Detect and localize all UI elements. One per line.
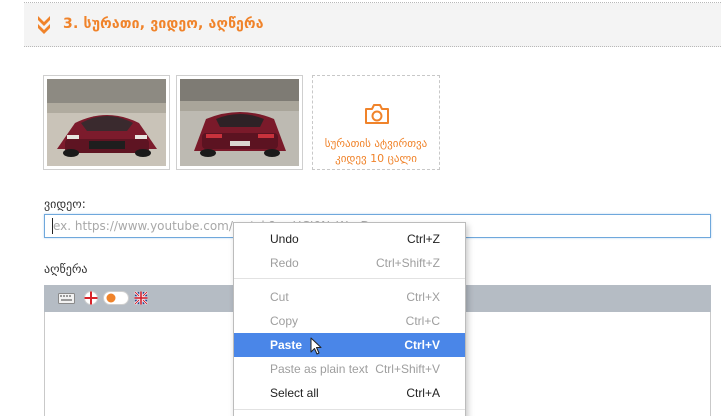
camera-icon <box>365 104 389 124</box>
menu-item-label: Redo <box>270 256 299 270</box>
menu-item-shortcut: Ctrl+Shift+V <box>375 362 440 376</box>
context-menu: Undo Ctrl+Z Redo Ctrl+Shift+Z Cut Ctrl+X… <box>233 222 466 416</box>
description-label: აღწერა <box>44 262 88 276</box>
menu-item-select-all[interactable]: Select all Ctrl+A <box>234 381 465 405</box>
car-photo-front <box>47 79 166 166</box>
text-caret <box>52 218 53 234</box>
menu-item-cut[interactable]: Cut Ctrl+X <box>234 285 465 309</box>
menu-item-shortcut: Ctrl+C <box>405 314 440 328</box>
upload-text-line-1: სურათის ატვირთვა <box>324 137 428 150</box>
georgian-flag-icon[interactable] <box>84 291 98 305</box>
upload-text: სურათის ატვირთვა კიდევ 10 ცალი <box>313 136 439 166</box>
menu-item-label: Copy <box>270 314 299 328</box>
double-chevron-down-icon <box>38 16 50 34</box>
menu-item-label: Cut <box>270 290 289 304</box>
menu-item-shortcut: Ctrl+Z <box>407 232 440 246</box>
menu-item-label: Select all <box>270 386 319 400</box>
upload-text-line-2: კიდევ 10 ცალი <box>335 152 417 165</box>
menu-separator <box>234 278 465 279</box>
english-flag-icon[interactable] <box>134 291 148 305</box>
menu-item-shortcut: Ctrl+Shift+Z <box>375 256 440 270</box>
photo-thumbnail[interactable] <box>176 75 303 170</box>
menu-separator <box>234 409 465 410</box>
menu-item-copy[interactable]: Copy Ctrl+C <box>234 309 465 333</box>
menu-item-shortcut: Ctrl+V <box>404 338 440 352</box>
car-photo-rear <box>180 79 299 166</box>
menu-item-label: Paste <box>270 338 303 352</box>
video-label: ვიდეო: <box>44 197 86 211</box>
menu-item-shortcut: Ctrl+A <box>406 386 440 400</box>
menu-item-shortcut: Ctrl+X <box>406 290 440 304</box>
menu-item-paste[interactable]: Paste Ctrl+V <box>234 333 465 357</box>
menu-item-redo[interactable]: Redo Ctrl+Shift+Z <box>234 251 465 275</box>
photo-upload-button[interactable]: სურათის ატვირთვა კიდევ 10 ცალი <box>312 75 440 170</box>
menu-item-label: Paste as plain text <box>270 362 369 376</box>
menu-item-paste-plain-text[interactable]: Paste as plain text Ctrl+Shift+V <box>234 357 465 381</box>
photo-thumbnail[interactable] <box>43 75 170 170</box>
section-title: 3. სურათი, ვიდეო, აღწერა <box>63 16 264 32</box>
menu-item-label: Undo <box>270 232 299 246</box>
keyboard-icon[interactable] <box>58 293 75 304</box>
section-header: 3. სურათი, ვიდეო, აღწერა <box>24 3 721 47</box>
toggle-switch-icon[interactable] <box>103 291 129 305</box>
mouse-pointer-icon <box>310 337 322 355</box>
menu-item-undo[interactable]: Undo Ctrl+Z <box>234 227 465 251</box>
